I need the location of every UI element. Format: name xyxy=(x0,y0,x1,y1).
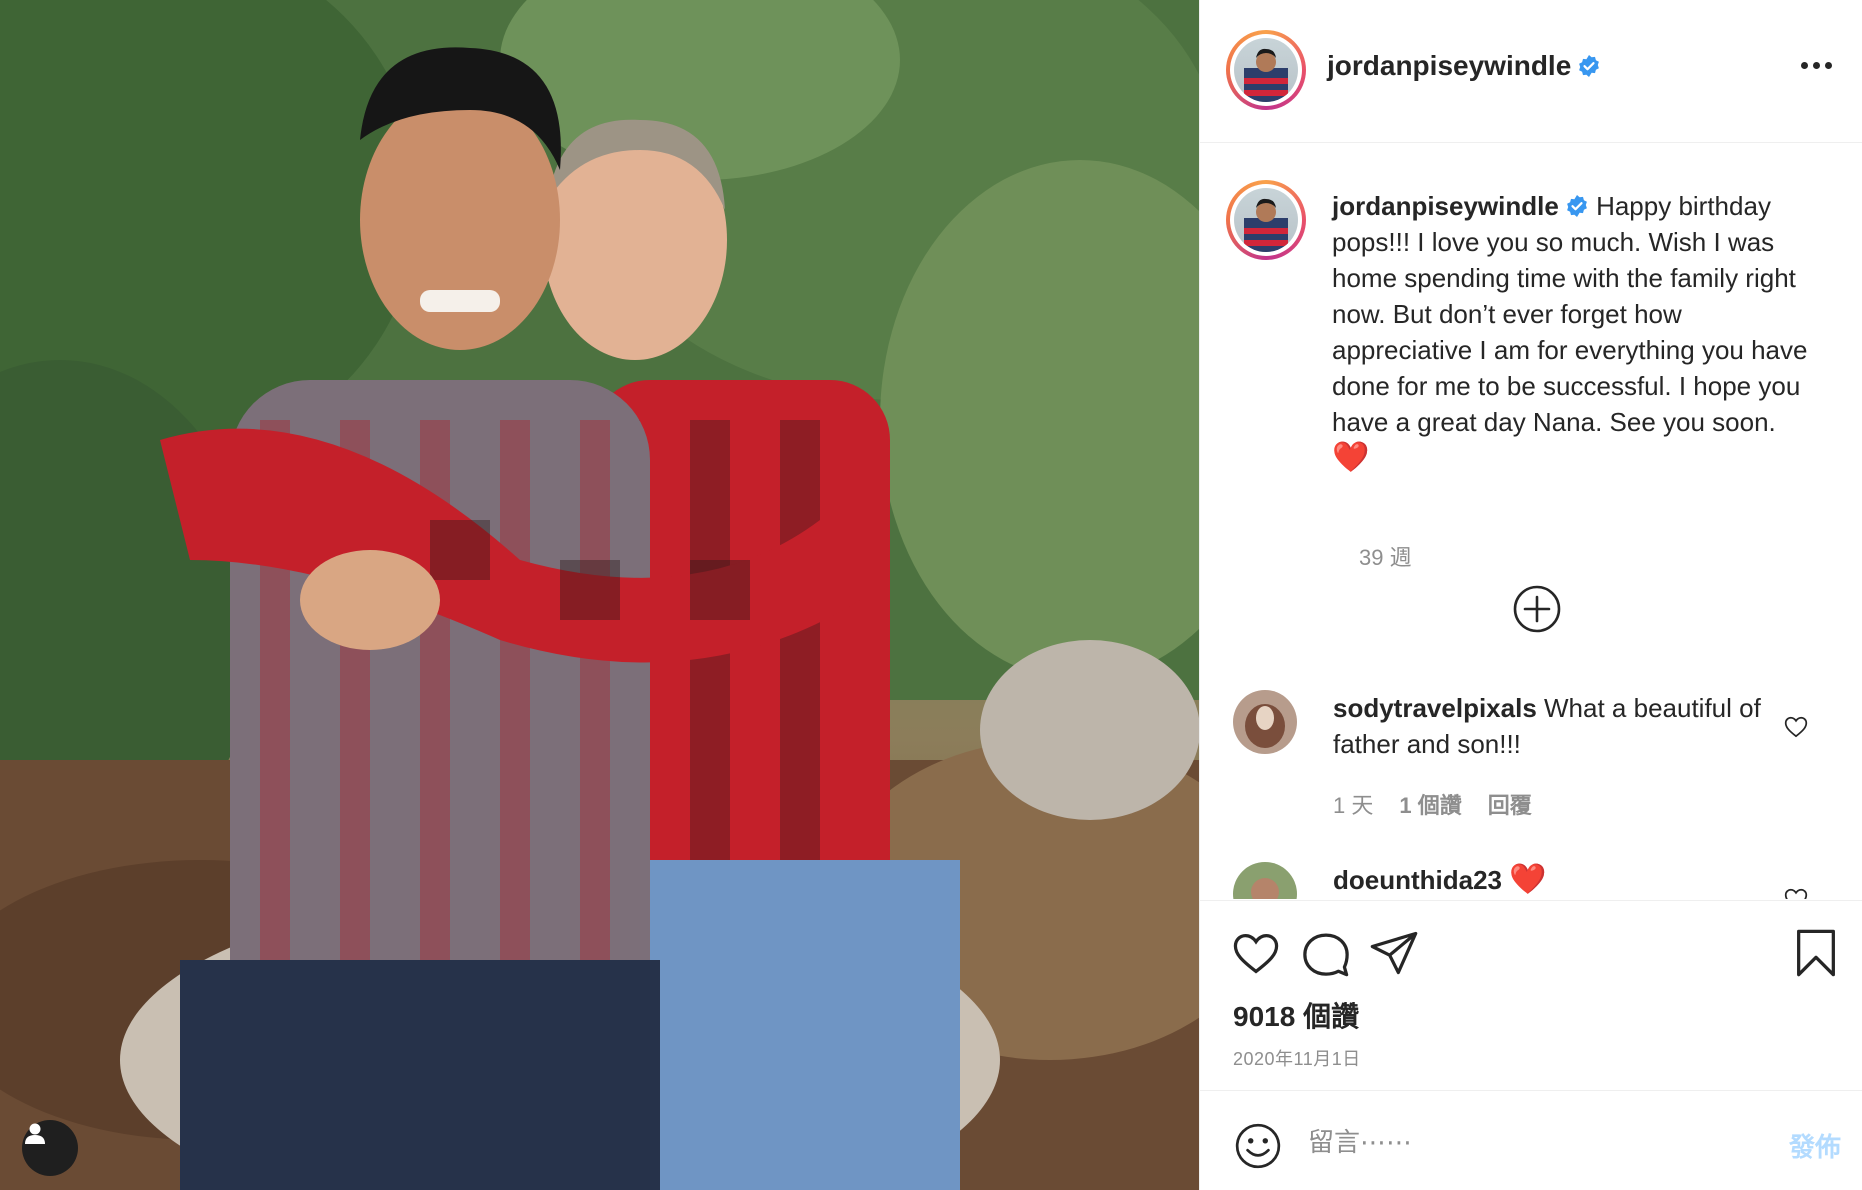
photo-illustration xyxy=(0,0,1199,1190)
profile-avatar[interactable] xyxy=(1226,30,1306,110)
more-options-icon[interactable] xyxy=(1801,58,1835,72)
tagged-user-button[interactable] xyxy=(22,1120,78,1176)
comment-likes[interactable]: 1 個讚 xyxy=(1399,788,1461,820)
heart-icon[interactable] xyxy=(1783,714,1809,740)
comment-username[interactable]: doeunthida23 xyxy=(1333,865,1502,895)
caption-timestamp[interactable]: 39 週 xyxy=(1359,540,1412,572)
plus-circle-icon[interactable] xyxy=(1512,584,1562,634)
comment-text: doeunthida23 ❤️ xyxy=(1333,862,1773,898)
commenter-avatar[interactable] xyxy=(1233,690,1297,754)
post-header: jordanpiseywindle xyxy=(1200,0,1862,143)
caption-text: jordanpiseywindle Happy birthday pops!!!… xyxy=(1332,188,1812,476)
reply-button[interactable]: 回覆 xyxy=(1488,788,1532,820)
comment-time[interactable]: 1 天 xyxy=(1333,788,1373,820)
user-icon xyxy=(25,1123,45,1144)
avatar-image xyxy=(1234,38,1298,102)
comments-section: jordanpiseywindle Happy birthday pops!!!… xyxy=(1200,144,1862,899)
post-detail-panel: jordanpiseywindle jordanpiseywindle Happ… xyxy=(1199,0,1862,1190)
header-username[interactable]: jordanpiseywindle xyxy=(1327,50,1601,82)
commenter-avatar[interactable] xyxy=(1233,862,1297,899)
bookmark-icon[interactable] xyxy=(1790,927,1842,979)
comment-bubble-icon[interactable] xyxy=(1300,927,1352,979)
heart-icon[interactable] xyxy=(1230,927,1282,979)
post-photo[interactable] xyxy=(0,0,1199,1190)
comment-meta: 1 天 1 個讚 回覆 xyxy=(1333,788,1532,820)
add-comment-bar: 發佈 xyxy=(1200,1090,1862,1190)
caption-body: Happy birthday pops!!! I love you so muc… xyxy=(1332,191,1808,437)
comment-input[interactable] xyxy=(1308,1117,1748,1167)
smiley-icon[interactable] xyxy=(1233,1121,1283,1171)
heart-icon[interactable] xyxy=(1783,886,1809,899)
post-comment-button[interactable]: 發佈 xyxy=(1789,1127,1841,1164)
comment-body: ❤️ xyxy=(1509,863,1547,896)
caption-username[interactable]: jordanpiseywindle xyxy=(1332,191,1559,221)
caption-avatar[interactable] xyxy=(1226,180,1306,260)
post-actions: 9018 個讚 2020年11月1日 xyxy=(1200,900,1862,1090)
red-heart-emoji: ❤️ xyxy=(1332,441,1370,474)
avatar-image xyxy=(1234,188,1298,252)
verified-badge-icon xyxy=(1566,195,1587,217)
comment-text: sodytravelpixals What a beautiful of fat… xyxy=(1333,690,1773,762)
comment-username[interactable]: sodytravelpixals xyxy=(1333,693,1537,723)
post-date[interactable]: 2020年11月1日 xyxy=(1233,1045,1361,1071)
like-count[interactable]: 9018 個讚 xyxy=(1233,995,1359,1035)
verified-badge-icon xyxy=(1579,55,1600,77)
paper-plane-icon[interactable] xyxy=(1368,927,1420,979)
